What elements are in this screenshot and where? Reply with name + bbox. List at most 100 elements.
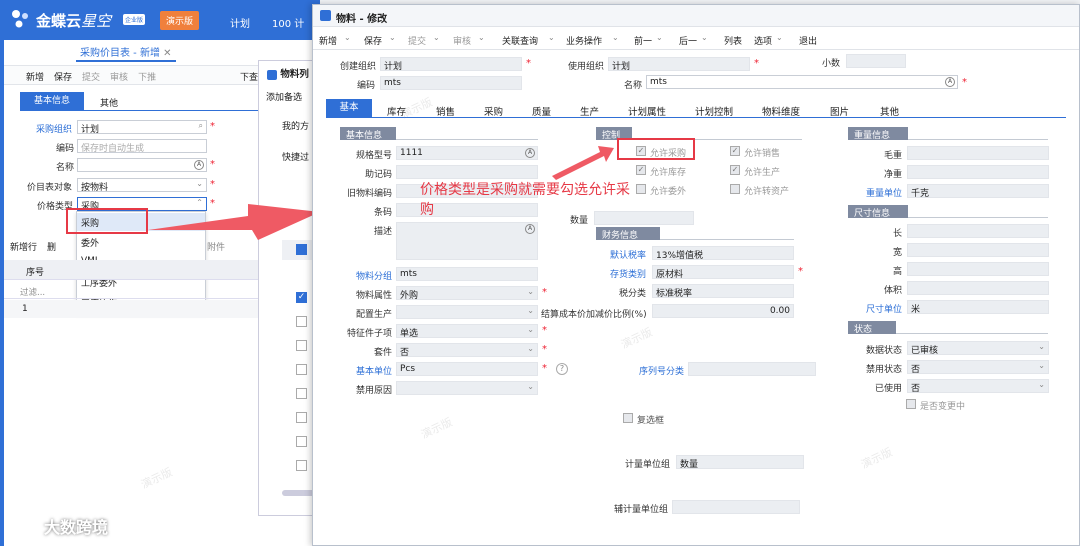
tb-submit[interactable]: 提交 — [408, 34, 426, 47]
name-field[interactable]: mts A — [646, 75, 958, 89]
length-label: 长 — [892, 229, 902, 239]
tb-business-op[interactable]: 业务操作 — [566, 34, 602, 47]
row-checkbox[interactable] — [296, 340, 307, 351]
tab-plan-attr[interactable]: 计划属性 — [628, 104, 666, 118]
row-checkbox[interactable] — [296, 460, 307, 471]
close-icon[interactable]: ✕ — [163, 48, 171, 59]
spec-field[interactable]: 1111 A — [396, 146, 538, 160]
tab-other[interactable]: 其他 — [880, 104, 899, 118]
tab-price-list[interactable]: 采购价目表 - 新增 ✕ — [76, 44, 176, 62]
tb-audit[interactable]: 审核 — [453, 34, 471, 47]
allow-outsource-checkbox[interactable] — [636, 184, 646, 194]
weight-unit-field[interactable]: 千克 — [907, 184, 1049, 198]
new-button[interactable]: 新增 — [26, 73, 44, 83]
tab-other[interactable]: 其他 — [100, 96, 118, 109]
select-all-checkbox[interactable] — [296, 244, 307, 255]
tab-plan-control[interactable]: 计划控制 — [695, 104, 733, 118]
org-field[interactable]: 计划 ⌕ — [77, 120, 207, 134]
tb-linked-query[interactable]: 关联查询 — [502, 34, 538, 47]
lang-icon[interactable]: A — [194, 160, 204, 170]
data-status-select[interactable]: 已审核 ⌄ — [907, 341, 1049, 355]
tab-production[interactable]: 生产 — [580, 104, 599, 118]
ratio-field[interactable]: 0.00 — [652, 304, 794, 318]
save-button[interactable]: 保存 — [54, 73, 72, 83]
query-button[interactable]: 下查 — [240, 70, 258, 83]
top-menu-item[interactable]: 100 计 — [272, 15, 304, 30]
tax-category-field[interactable]: 标准税率 — [652, 284, 794, 298]
aux-unit-field[interactable] — [672, 500, 800, 514]
used-select[interactable]: 否 ⌄ — [907, 379, 1049, 393]
serial-field[interactable] — [688, 362, 816, 376]
add-alt-label[interactable]: 添加备选 — [266, 90, 302, 103]
search-icon[interactable]: ⌕ — [199, 121, 203, 131]
create-org-field[interactable]: 计划 — [380, 57, 522, 71]
checkbox-field[interactable] — [623, 413, 633, 423]
lang-icon[interactable]: A — [525, 148, 535, 158]
row-checkbox[interactable] — [296, 436, 307, 447]
unit-group-field[interactable]: 数量 — [676, 455, 804, 469]
config-select[interactable]: ⌄ — [396, 305, 538, 319]
allow-inventory-checkbox[interactable]: ✓ — [636, 165, 646, 175]
tab-image[interactable]: 图片 — [830, 104, 849, 118]
height-field[interactable] — [907, 262, 1049, 276]
tb-save[interactable]: 保存 — [364, 34, 382, 47]
row-checkbox[interactable] — [296, 412, 307, 423]
tb-prev[interactable]: 前一 — [634, 34, 652, 47]
group-field[interactable]: mts — [396, 267, 538, 281]
tb-next[interactable]: 后一 — [679, 34, 697, 47]
volume-field[interactable] — [907, 281, 1049, 295]
tab-dimension[interactable]: 物料维度 — [762, 104, 800, 118]
use-org-field[interactable]: 计划 — [608, 57, 750, 71]
forbid-reason-field[interactable]: ⌄ — [396, 381, 538, 395]
kit-select[interactable]: 否 ⌄ — [396, 343, 538, 357]
add-row-button[interactable]: 新增行 — [10, 243, 37, 253]
push-button[interactable]: 下推 — [138, 73, 156, 83]
tb-options[interactable]: 选项 — [754, 34, 772, 47]
prop-select[interactable]: 外购 ⌄ — [396, 286, 538, 300]
option-outsource[interactable]: 委外 — [81, 236, 99, 249]
desc-field[interactable]: A — [396, 222, 538, 260]
forbid-status-select[interactable]: 否 ⌄ — [907, 360, 1049, 374]
code-field[interactable]: mts — [380, 76, 522, 90]
lang-icon[interactable]: A — [525, 224, 535, 234]
length-field[interactable] — [907, 224, 1049, 238]
size-unit-field[interactable]: 米 — [907, 300, 1049, 314]
net-weight-field[interactable] — [907, 165, 1049, 179]
decimal-field[interactable] — [846, 54, 906, 68]
category-field[interactable]: 原材料 — [652, 265, 794, 279]
tab-purchase[interactable]: 采购 — [484, 104, 503, 118]
my-scheme-label[interactable]: 我的方 — [282, 119, 309, 132]
changing-checkbox[interactable] — [906, 399, 916, 409]
allow-sales-checkbox[interactable]: ✓ — [730, 146, 740, 156]
audit-button[interactable]: 审核 — [110, 73, 128, 83]
row-checkbox[interactable]: ✓ — [296, 292, 307, 303]
tb-exit[interactable]: 退出 — [799, 34, 817, 47]
tb-list[interactable]: 列表 — [724, 34, 742, 47]
gross-weight-field[interactable] — [907, 146, 1049, 160]
allow-production-checkbox[interactable]: ✓ — [730, 165, 740, 175]
row-checkbox[interactable] — [296, 316, 307, 327]
row-checkbox[interactable] — [296, 388, 307, 399]
quick-filter-label[interactable]: 快捷过 — [282, 150, 309, 163]
tab-basic[interactable]: 基本 — [326, 99, 372, 117]
tb-new[interactable]: 新增 — [319, 34, 337, 47]
tab-sales[interactable]: 销售 — [436, 104, 455, 118]
row-checkbox[interactable] — [296, 364, 307, 375]
tab-basic-info[interactable]: 基本信息 — [20, 92, 84, 110]
width-field[interactable] — [907, 243, 1049, 257]
tab-quality[interactable]: 质量 — [532, 104, 551, 118]
top-menu-plan[interactable]: 计划 — [230, 15, 250, 30]
tax-field[interactable]: 13%增值税 — [652, 246, 794, 260]
code-field[interactable]: 保存时自动生成 — [77, 139, 207, 153]
mnemonic-field[interactable] — [396, 165, 538, 179]
allow-asset-checkbox[interactable] — [730, 184, 740, 194]
name-field[interactable]: A — [77, 158, 207, 172]
delete-row-button[interactable]: 删 — [47, 243, 56, 253]
unit-field[interactable]: Pcs — [396, 362, 538, 376]
lang-icon[interactable]: A — [945, 77, 955, 87]
filter-input[interactable]: 过滤... — [20, 286, 45, 298]
feature-select[interactable]: 单选 ⌄ — [396, 324, 538, 338]
help-icon[interactable]: ? — [556, 363, 568, 375]
submit-button[interactable]: 提交 — [82, 73, 100, 83]
table-row[interactable] — [4, 300, 266, 318]
